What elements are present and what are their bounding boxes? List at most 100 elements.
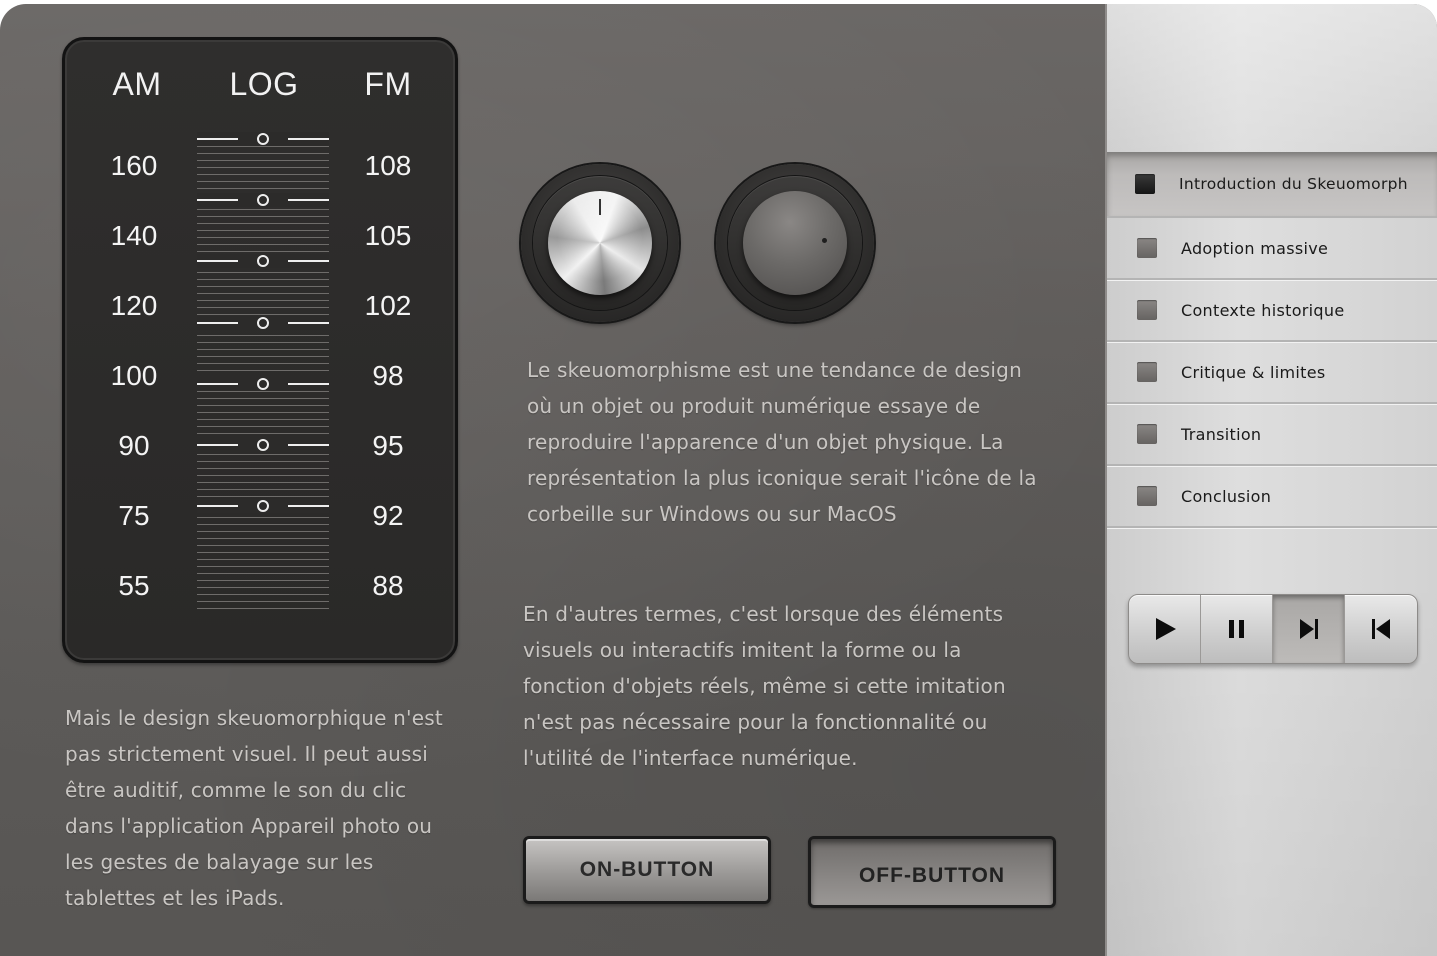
paragraph-line: Le skeuomorphisme est une tendance de de… [527, 358, 1022, 382]
scale-tick [197, 370, 329, 371]
paragraph-line: tablettes et les iPads. [65, 886, 285, 910]
scale-circle-icon [257, 500, 269, 512]
tuning-knob[interactable] [716, 164, 874, 322]
scale-major-mark [197, 193, 329, 207]
pause-button[interactable] [1201, 595, 1273, 663]
scale-tick [197, 335, 329, 336]
app-window: AM LOG FM 160 140 120 100 90 75 55 108 1… [0, 4, 1437, 956]
bullet-square-icon [1137, 486, 1157, 506]
play-button[interactable] [1129, 595, 1201, 663]
scale-tick [197, 489, 329, 490]
paragraph-line: les gestes de balayage sur les [65, 850, 374, 874]
scale-tick [197, 566, 329, 567]
scale-tick [197, 244, 329, 245]
scale-circle-icon [257, 378, 269, 390]
fm-value: 88 [372, 570, 404, 601]
scale-tick [197, 160, 329, 161]
knob-cap [548, 191, 652, 295]
scale-tick [197, 181, 329, 182]
scale-tick [197, 580, 329, 581]
paragraph-line: être auditif, comme le son du clic [65, 778, 407, 802]
scale-circle-icon [257, 317, 269, 329]
am-value: 55 [118, 570, 150, 601]
menu-item-contexte[interactable]: Contexte historique [1107, 280, 1437, 342]
scale-circle-icon [257, 439, 269, 451]
fm-value: 92 [372, 500, 404, 531]
scale-tick [197, 286, 329, 287]
scale-tick [197, 293, 329, 294]
scale-tick [197, 230, 329, 231]
menu-item-critique[interactable]: Critique & limites [1107, 342, 1437, 404]
fm-value: 108 [364, 150, 412, 181]
fm-value: 95 [372, 430, 404, 461]
scale-tick [197, 454, 329, 455]
am-value: 100 [110, 360, 158, 391]
radio-dial: AM LOG FM 160 140 120 100 90 75 55 108 1… [62, 37, 458, 663]
scale-dash [197, 383, 238, 385]
menu-item-label: Critique & limites [1181, 362, 1326, 382]
scale-tick [197, 468, 329, 469]
paragraph-line: l'utilité de l'interface numérique. [523, 746, 858, 770]
am-value: 75 [118, 500, 150, 531]
log-scale [197, 132, 329, 612]
on-button[interactable]: ON-BUTTON [523, 836, 771, 904]
knob-indicator-icon [822, 238, 827, 243]
fm-value: 102 [364, 290, 412, 321]
knob-cap [743, 191, 847, 295]
scale-tick [197, 349, 329, 350]
scale-tick [197, 279, 329, 280]
scale-circle-icon [257, 255, 269, 267]
paragraph-line: représentation la plus iconique serait l… [527, 466, 1037, 490]
menu-item-label: Adoption massive [1181, 238, 1329, 258]
paragraph-line: visuels ou interactifs imitent la forme … [523, 638, 962, 662]
scale-circle-icon [257, 133, 269, 145]
scale-dash [288, 322, 329, 324]
paragraph-left: Mais le design skeuomorphique n'est pas … [65, 700, 443, 916]
scale-tick [197, 573, 329, 574]
am-value: 90 [118, 430, 150, 461]
scale-tick [197, 496, 329, 497]
scale-tick [197, 594, 329, 595]
scale-tick [197, 475, 329, 476]
skip-next-button[interactable] [1273, 595, 1345, 663]
scale-tick [197, 356, 329, 357]
chapter-menu: Introduction du Skeuomorph Adoption mass… [1107, 152, 1437, 528]
am-value: 140 [110, 220, 158, 251]
scale-major-mark [197, 316, 329, 330]
scale-tick [197, 237, 329, 238]
skip-previous-button[interactable] [1345, 595, 1417, 663]
scale-dash [288, 199, 329, 201]
fm-value: 98 [372, 360, 404, 391]
paragraph-line: pas strictement visuel. Il peut aussi [65, 742, 429, 766]
scale-tick [197, 545, 329, 546]
scale-tick [197, 223, 329, 224]
skip-previous-icon [1372, 619, 1390, 639]
scale-dash [288, 444, 329, 446]
scale-dash [288, 138, 329, 140]
scale-tick [197, 559, 329, 560]
scale-tick [197, 405, 329, 406]
scale-tick [197, 601, 329, 602]
scale-dash [197, 138, 238, 140]
paragraph-line: où un objet ou produit numérique essaye … [527, 394, 981, 418]
scale-major-mark [197, 438, 329, 452]
scale-tick [197, 300, 329, 301]
scale-dash [197, 505, 238, 507]
menu-item-label: Contexte historique [1181, 300, 1345, 320]
menu-item-adoption[interactable]: Adoption massive [1107, 218, 1437, 280]
scale-tick [197, 251, 329, 252]
off-button[interactable]: OFF-BUTTON [808, 836, 1056, 908]
scale-tick [197, 167, 329, 168]
paragraph-line: corbeille sur Windows ou sur MacOS [527, 502, 897, 526]
scale-tick [197, 552, 329, 553]
menu-item-transition[interactable]: Transition [1107, 404, 1437, 466]
scale-tick [197, 272, 329, 273]
paragraph-line: dans l'application Appareil photo ou [65, 814, 433, 838]
menu-item-conclusion[interactable]: Conclusion [1107, 466, 1437, 528]
pause-icon [1228, 620, 1244, 638]
volume-knob[interactable] [521, 164, 679, 322]
scale-tick [197, 412, 329, 413]
menu-item-introduction[interactable]: Introduction du Skeuomorph [1107, 152, 1437, 218]
scale-dash [197, 444, 238, 446]
menu-item-label: Conclusion [1181, 486, 1272, 506]
